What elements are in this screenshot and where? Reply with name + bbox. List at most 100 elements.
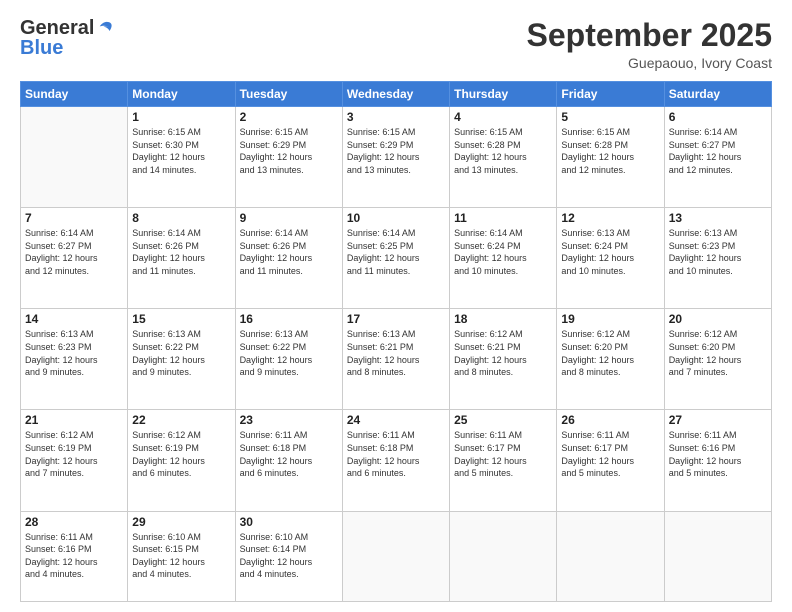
day-number: 13 <box>669 211 767 225</box>
table-row: 6 Sunrise: 6:14 AM Sunset: 6:27 PM Daylig… <box>664 107 771 208</box>
table-row: 24 Sunrise: 6:11 AM Sunset: 6:18 PM Dayli… <box>342 410 449 511</box>
day-number: 4 <box>454 110 552 124</box>
day-info: Sunrise: 6:15 AM Sunset: 6:28 PM Dayligh… <box>561 126 659 176</box>
day-number: 30 <box>240 515 338 529</box>
day-info: Sunrise: 6:15 AM Sunset: 6:30 PM Dayligh… <box>132 126 230 176</box>
day-info: Sunrise: 6:14 AM Sunset: 6:27 PM Dayligh… <box>25 227 123 277</box>
table-row <box>664 511 771 602</box>
logo-general-text: General <box>20 18 94 38</box>
day-number: 11 <box>454 211 552 225</box>
table-row: 14Sunrise: 6:13 AM Sunset: 6:23 PM Dayli… <box>21 309 128 410</box>
location-subtitle: Guepaouo, Ivory Coast <box>527 55 772 71</box>
header-tuesday: Tuesday <box>235 82 342 107</box>
day-info: Sunrise: 6:12 AM Sunset: 6:21 PM Dayligh… <box>454 328 552 378</box>
day-info: Sunrise: 6:14 AM Sunset: 6:27 PM Dayligh… <box>669 126 767 176</box>
day-info: Sunrise: 6:11 AM Sunset: 6:18 PM Dayligh… <box>240 429 338 479</box>
table-row: 27Sunrise: 6:11 AM Sunset: 6:16 PM Dayli… <box>664 410 771 511</box>
day-number: 8 <box>132 211 230 225</box>
day-info: Sunrise: 6:12 AM Sunset: 6:20 PM Dayligh… <box>561 328 659 378</box>
day-number: 24 <box>347 413 445 427</box>
day-info: Sunrise: 6:11 AM Sunset: 6:17 PM Dayligh… <box>561 429 659 479</box>
day-number: 9 <box>240 211 338 225</box>
day-number: 6 <box>669 110 767 124</box>
day-number: 10 <box>347 211 445 225</box>
day-info: Sunrise: 6:14 AM Sunset: 6:26 PM Dayligh… <box>132 227 230 277</box>
day-number: 3 <box>347 110 445 124</box>
day-number: 15 <box>132 312 230 326</box>
day-info: Sunrise: 6:13 AM Sunset: 6:23 PM Dayligh… <box>669 227 767 277</box>
table-row: 23 Sunrise: 6:11 AM Sunset: 6:18 PM Dayli… <box>235 410 342 511</box>
day-info: Sunrise: 6:10 AM Sunset: 6:14 PM Dayligh… <box>240 531 338 581</box>
day-number: 19 <box>561 312 659 326</box>
header-saturday: Saturday <box>664 82 771 107</box>
header: General Blue September 2025 Guepaouo, Iv… <box>20 18 772 71</box>
header-wednesday: Wednesday <box>342 82 449 107</box>
table-row: 7 Sunrise: 6:14 AM Sunset: 6:27 PM Daylig… <box>21 208 128 309</box>
day-info: Sunrise: 6:14 AM Sunset: 6:25 PM Dayligh… <box>347 227 445 277</box>
table-row: 11Sunrise: 6:14 AM Sunset: 6:24 PM Dayli… <box>450 208 557 309</box>
logo: General Blue <box>20 18 114 58</box>
day-info: Sunrise: 6:11 AM Sunset: 6:16 PM Dayligh… <box>25 531 123 581</box>
table-row: 15 Sunrise: 6:13 AM Sunset: 6:22 PM Dayli… <box>128 309 235 410</box>
header-friday: Friday <box>557 82 664 107</box>
day-number: 16 <box>240 312 338 326</box>
logo-bird-icon <box>96 19 114 37</box>
table-row: 28 Sunrise: 6:11 AM Sunset: 6:16 PM Dayli… <box>21 511 128 602</box>
page: General Blue September 2025 Guepaouo, Iv… <box>0 0 792 612</box>
table-row: 2 Sunrise: 6:15 AM Sunset: 6:29 PM Daylig… <box>235 107 342 208</box>
day-number: 5 <box>561 110 659 124</box>
day-number: 20 <box>669 312 767 326</box>
day-number: 2 <box>240 110 338 124</box>
table-row: 8 Sunrise: 6:14 AM Sunset: 6:26 PM Daylig… <box>128 208 235 309</box>
table-row <box>342 511 449 602</box>
day-number: 12 <box>561 211 659 225</box>
weekday-header-row: Sunday Monday Tuesday Wednesday Thursday… <box>21 82 772 107</box>
day-number: 22 <box>132 413 230 427</box>
day-number: 17 <box>347 312 445 326</box>
day-info: Sunrise: 6:12 AM Sunset: 6:19 PM Dayligh… <box>25 429 123 479</box>
table-row <box>450 511 557 602</box>
day-number: 28 <box>25 515 123 529</box>
day-number: 21 <box>25 413 123 427</box>
table-row: 26Sunrise: 6:11 AM Sunset: 6:17 PM Dayli… <box>557 410 664 511</box>
day-info: Sunrise: 6:14 AM Sunset: 6:26 PM Dayligh… <box>240 227 338 277</box>
table-row: 5 Sunrise: 6:15 AM Sunset: 6:28 PM Daylig… <box>557 107 664 208</box>
day-info: Sunrise: 6:10 AM Sunset: 6:15 PM Dayligh… <box>132 531 230 581</box>
table-row: 10 Sunrise: 6:14 AM Sunset: 6:25 PM Dayli… <box>342 208 449 309</box>
table-row: 18Sunrise: 6:12 AM Sunset: 6:21 PM Dayli… <box>450 309 557 410</box>
table-row: 9 Sunrise: 6:14 AM Sunset: 6:26 PM Daylig… <box>235 208 342 309</box>
day-info: Sunrise: 6:11 AM Sunset: 6:17 PM Dayligh… <box>454 429 552 479</box>
day-info: Sunrise: 6:15 AM Sunset: 6:28 PM Dayligh… <box>454 126 552 176</box>
day-number: 7 <box>25 211 123 225</box>
day-number: 23 <box>240 413 338 427</box>
day-number: 25 <box>454 413 552 427</box>
table-row: 12 Sunrise: 6:13 AM Sunset: 6:24 PM Dayli… <box>557 208 664 309</box>
table-row: 25 Sunrise: 6:11 AM Sunset: 6:17 PM Dayli… <box>450 410 557 511</box>
table-row: 20 Sunrise: 6:12 AM Sunset: 6:20 PM Dayli… <box>664 309 771 410</box>
calendar-table: Sunday Monday Tuesday Wednesday Thursday… <box>20 81 772 602</box>
title-block: September 2025 Guepaouo, Ivory Coast <box>527 18 772 71</box>
table-row: 13 Sunrise: 6:13 AM Sunset: 6:23 PM Dayli… <box>664 208 771 309</box>
day-info: Sunrise: 6:11 AM Sunset: 6:18 PM Dayligh… <box>347 429 445 479</box>
table-row: 17Sunrise: 6:13 AM Sunset: 6:21 PM Dayli… <box>342 309 449 410</box>
month-title: September 2025 <box>527 18 772 53</box>
day-number: 1 <box>132 110 230 124</box>
week-row-1: 7 Sunrise: 6:14 AM Sunset: 6:27 PM Daylig… <box>21 208 772 309</box>
day-info: Sunrise: 6:11 AM Sunset: 6:16 PM Dayligh… <box>669 429 767 479</box>
header-monday: Monday <box>128 82 235 107</box>
day-info: Sunrise: 6:13 AM Sunset: 6:22 PM Dayligh… <box>240 328 338 378</box>
table-row: 29 Sunrise: 6:10 AM Sunset: 6:15 PM Dayli… <box>128 511 235 602</box>
day-info: Sunrise: 6:13 AM Sunset: 6:23 PM Dayligh… <box>25 328 123 378</box>
day-info: Sunrise: 6:12 AM Sunset: 6:20 PM Dayligh… <box>669 328 767 378</box>
day-info: Sunrise: 6:13 AM Sunset: 6:24 PM Dayligh… <box>561 227 659 277</box>
day-info: Sunrise: 6:13 AM Sunset: 6:22 PM Dayligh… <box>132 328 230 378</box>
week-row-0: 1 Sunrise: 6:15 AM Sunset: 6:30 PM Daylig… <box>21 107 772 208</box>
logo-blue-text: Blue <box>20 38 63 58</box>
day-number: 29 <box>132 515 230 529</box>
day-info: Sunrise: 6:15 AM Sunset: 6:29 PM Dayligh… <box>240 126 338 176</box>
week-row-2: 14Sunrise: 6:13 AM Sunset: 6:23 PM Dayli… <box>21 309 772 410</box>
table-row <box>21 107 128 208</box>
week-row-3: 21 Sunrise: 6:12 AM Sunset: 6:19 PM Dayli… <box>21 410 772 511</box>
day-info: Sunrise: 6:15 AM Sunset: 6:29 PM Dayligh… <box>347 126 445 176</box>
table-row: 16 Sunrise: 6:13 AM Sunset: 6:22 PM Dayli… <box>235 309 342 410</box>
